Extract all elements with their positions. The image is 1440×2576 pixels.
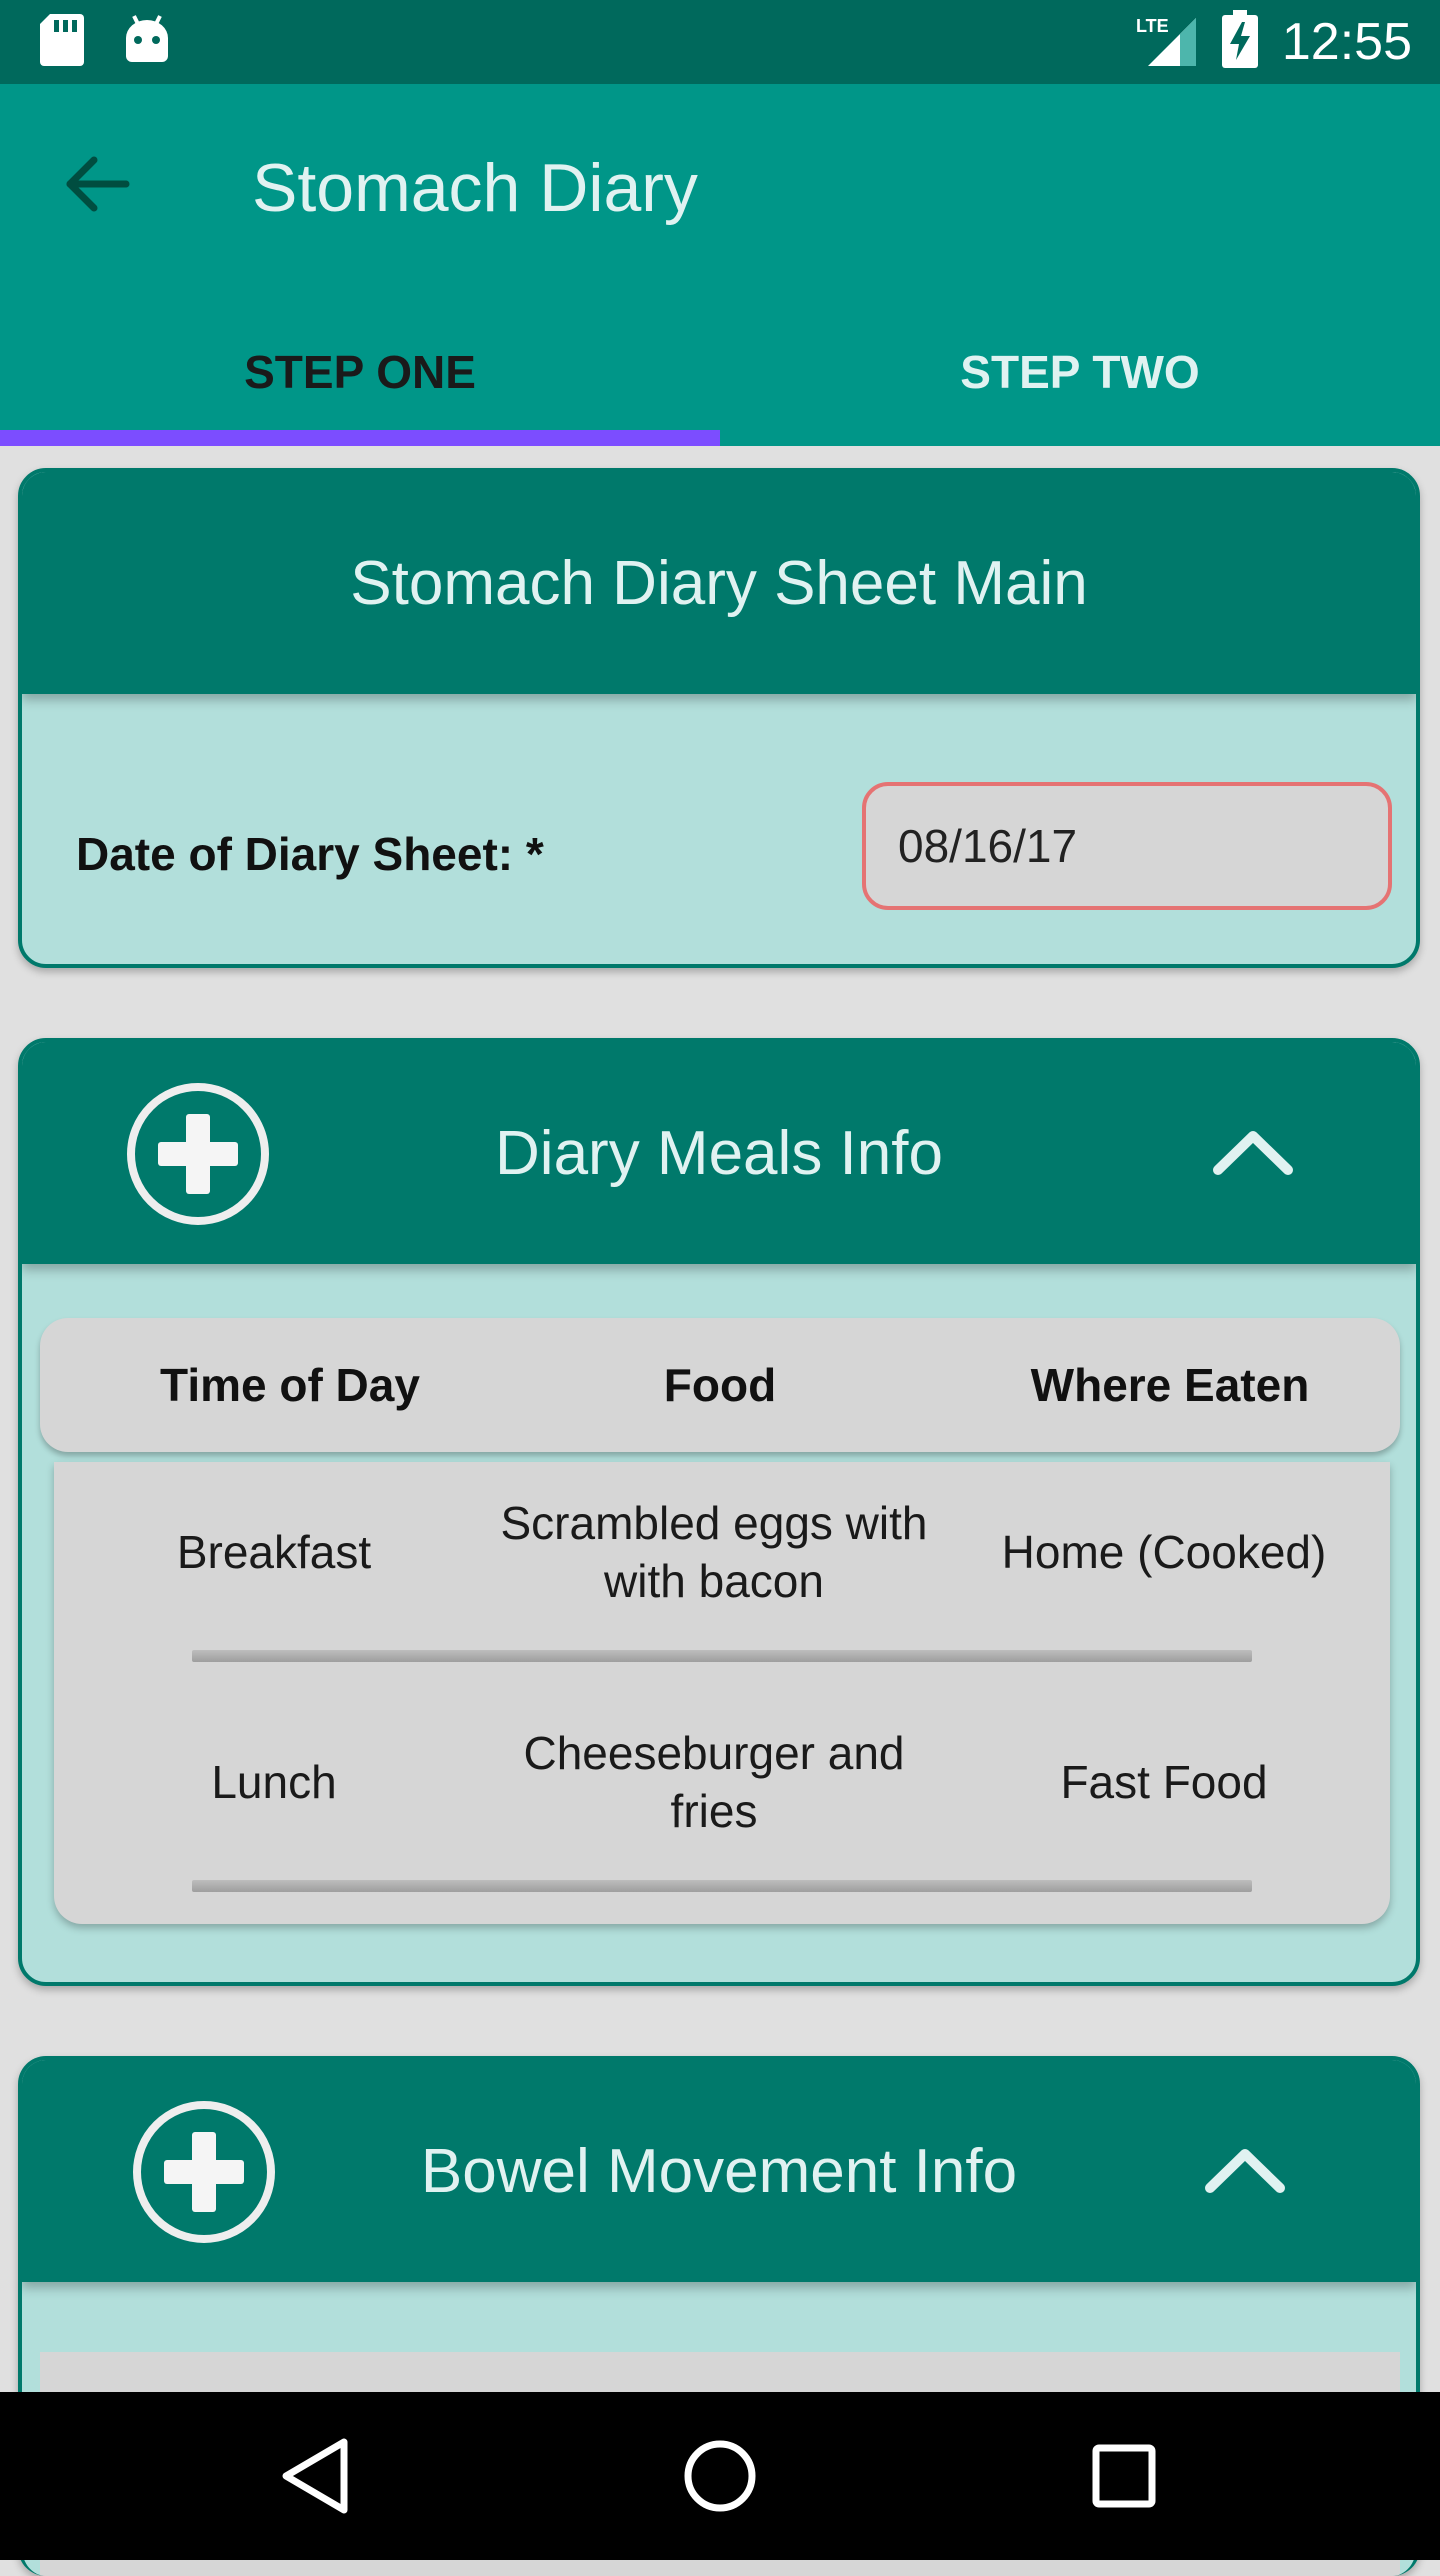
battery-charging-icon [1222,10,1258,73]
collapse-bowel-button[interactable] [1200,2140,1290,2200]
cell-time: Lunch [211,1756,337,1808]
page-title: Stomach Diary [252,150,698,226]
meals-table-body: Breakfast Scrambled eggs with with bacon… [54,1462,1390,1924]
status-time: 12:55 [1281,13,1412,71]
main-sheet-title: Stomach Diary Sheet Main [350,549,1088,618]
column-food: Food [663,1359,777,1411]
tab-indicator [0,430,720,446]
chevron-up-icon [1213,1131,1293,1175]
sd-card-icon [40,14,84,71]
home-circle-icon [684,2440,756,2512]
table-row[interactable]: Breakfast Scrambled eggs with with bacon… [54,1462,1390,1682]
app-bar: Stomach Diary STEP ONE STEP TWO [0,84,1440,446]
lte-signal-icon: LTE [1130,12,1200,73]
cell-where: Fast Food [1060,1756,1268,1808]
date-field[interactable]: 08/16/17 [862,782,1392,910]
row-divider [192,1650,1252,1662]
row-divider [192,1880,1252,1892]
cell-where: Home (Cooked) [1001,1526,1327,1578]
svg-text:LTE: LTE [1136,16,1169,36]
main-sheet-card: Stomach Diary Sheet Main Date of Diary S… [18,468,1420,968]
cell-time: Breakfast [176,1526,372,1578]
column-where-eaten: Where Eaten [1030,1359,1310,1411]
android-icon [124,14,170,71]
cell-food: Cheeseburger and fries [523,1727,905,1837]
nav-home-button[interactable] [676,2432,764,2520]
meals-header: Diary Meals Info [22,1042,1416,1264]
date-label: Date of Diary Sheet: * [76,828,544,880]
recents-square-icon [1092,2444,1156,2508]
meals-card: Diary Meals Info Time of Day Food Where … [18,1038,1420,1986]
meals-table-header: Time of Day Food Where Eaten [40,1318,1400,1452]
chevron-up-icon [1205,2149,1285,2193]
column-time-of-day: Time of Day [160,1359,420,1411]
arrow-back-icon [66,156,130,212]
tab-step-one[interactable]: STEP ONE [0,324,720,420]
status-bar: LTE 12:55 [0,0,1440,84]
nav-recents-button[interactable] [1080,2432,1168,2520]
navigation-bar [0,2392,1440,2560]
back-triangle-icon [282,2438,348,2514]
nav-back-button[interactable] [272,2432,360,2520]
meals-title: Diary Meals Info [495,1119,943,1188]
bowel-header: Bowel Movement Info [22,2060,1416,2282]
tab-step-two[interactable]: STEP TWO [720,324,1440,420]
main-sheet-header: Stomach Diary Sheet Main [22,472,1416,694]
back-button[interactable] [56,142,140,226]
cell-food: Scrambled eggs with with bacon [500,1497,928,1607]
table-row[interactable]: Lunch Cheeseburger and fries Fast Food [54,1692,1390,1912]
collapse-meals-button[interactable] [1208,1122,1298,1182]
